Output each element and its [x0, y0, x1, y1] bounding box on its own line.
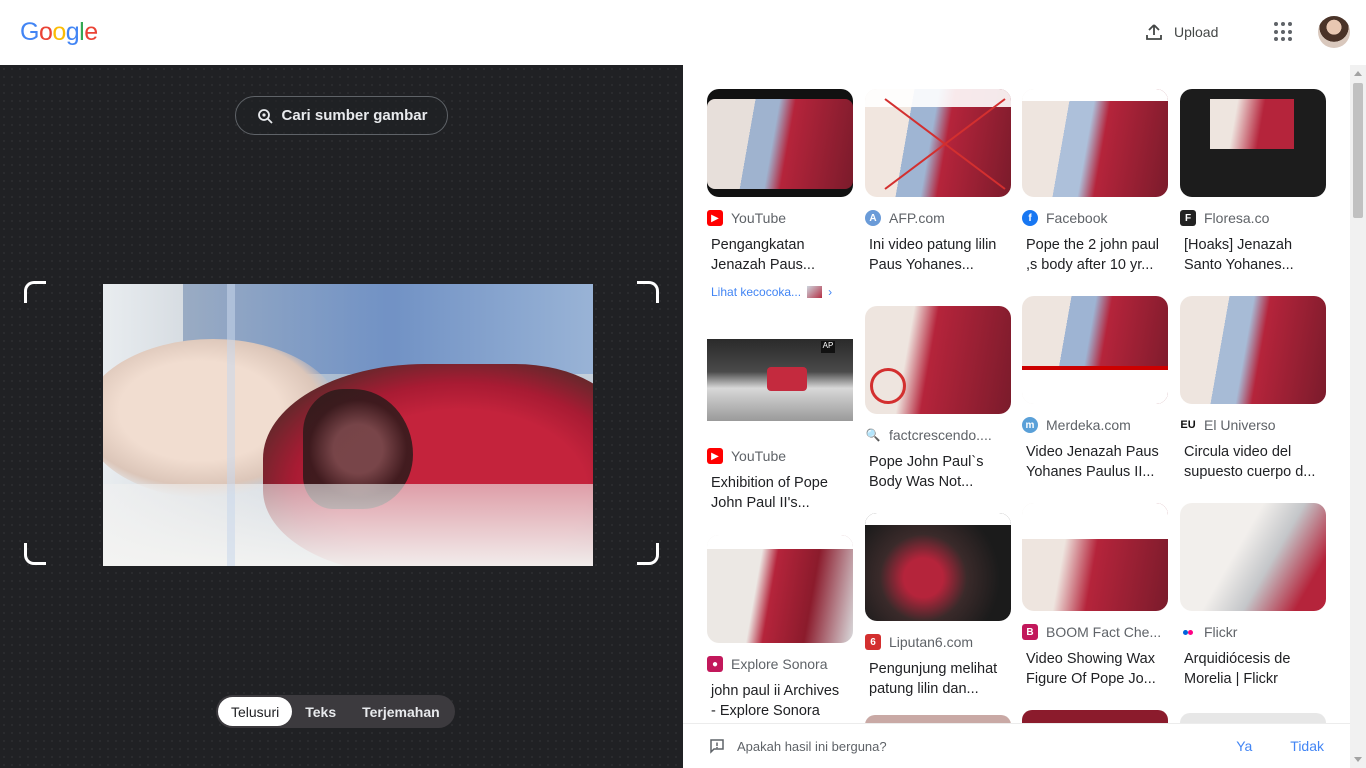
result-title[interactable]: Pengangkatan Jenazah Paus... [707, 235, 853, 275]
find-image-source-button[interactable]: Cari sumber gambar [235, 96, 448, 135]
result-thumbnail[interactable]: AP [707, 327, 853, 435]
result-thumbnail[interactable] [707, 535, 853, 643]
result-thumbnail[interactable] [1180, 296, 1326, 404]
scroll-up-icon[interactable] [1354, 71, 1362, 76]
liputan6-icon: 6 [865, 634, 881, 650]
result-source[interactable]: 🔍 factcrescendo.... [865, 426, 1011, 444]
result-title[interactable]: Video Showing Wax Figure Of Pope Jo... [1022, 649, 1168, 689]
result-card[interactable]: B BOOM Fact Che... Video Showing Wax Figu… [1022, 503, 1168, 689]
el-universo-icon: EU [1180, 417, 1196, 433]
result-title[interactable]: Ini video patung lilin Paus Yohanes... [865, 235, 1011, 275]
result-card[interactable]: ▶ YouTube Pengangkatan Jenazah Paus... Li… [707, 89, 853, 299]
result-card[interactable]: EU El Universo Circula video del supuesto… [1180, 296, 1326, 482]
flickr-icon [1180, 624, 1196, 640]
google-logo[interactable]: Google [20, 18, 98, 47]
avatar[interactable] [1318, 16, 1350, 48]
youtube-icon: ▶ [707, 448, 723, 464]
result-card[interactable]: m Merdeka.com Video Jenazah Paus Yohanes … [1022, 296, 1168, 482]
result-title[interactable]: Circula video del supuesto cuerpo d... [1180, 442, 1326, 482]
scroll-down-icon[interactable] [1354, 757, 1362, 762]
tab-search[interactable]: Telusuri [218, 697, 293, 726]
scrollbar-thumb[interactable] [1353, 83, 1363, 218]
image-search-icon [257, 108, 273, 124]
feedback-yes-button[interactable]: Ya [1236, 738, 1252, 754]
result-title[interactable]: john paul ii Archives - Explore Sonora [707, 681, 853, 721]
lens-mode-tabs: Telusuri Teks Terjemahan [216, 695, 455, 728]
result-title[interactable]: Pengunjung melihat patung lilin dan... [865, 659, 1011, 699]
result-thumbnail[interactable] [865, 715, 1011, 723]
crop-handle-bottom-left[interactable] [24, 543, 46, 565]
chevron-right-icon: › [828, 285, 833, 299]
crop-handle-top-left[interactable] [24, 281, 46, 303]
find-image-source-label: Cari sumber gambar [281, 107, 428, 124]
see-matches-link[interactable]: Lihat kecocoka... › [707, 285, 853, 299]
result-source[interactable]: 6 Liputan6.com [865, 633, 1011, 651]
magnifier-icon: 🔍 [865, 427, 881, 443]
result-source[interactable]: f Facebook [1022, 209, 1168, 227]
result-source[interactable]: EU El Universo [1180, 416, 1326, 434]
result-source[interactable]: ▶ YouTube [707, 447, 853, 465]
apps-grid-icon[interactable] [1274, 22, 1294, 42]
result-card[interactable]: AP ▶ YouTube Exhibition of Pope John Paul… [707, 327, 853, 513]
query-image [103, 284, 593, 566]
result-title[interactable]: Pope John Paul`s Body Was Not... [865, 452, 1011, 492]
result-thumbnail[interactable] [1022, 710, 1168, 723]
upload-button[interactable]: Upload [1144, 20, 1218, 44]
result-title[interactable]: Video Jenazah Paus Yohanes Paulus II... [1022, 442, 1168, 482]
lens-panel: Cari sumber gambar Telusuri Teks Terjema… [0, 65, 683, 768]
result-title[interactable]: [Hoaks] Jenazah Santo Yohanes... [1180, 235, 1326, 275]
feedback-no-button[interactable]: Tidak [1290, 738, 1324, 754]
boom-icon: B [1022, 624, 1038, 640]
result-thumbnail[interactable] [1022, 89, 1168, 197]
result-thumbnail[interactable] [1022, 296, 1168, 404]
explore-sonora-icon: ● [707, 656, 723, 672]
feedback-question: Apakah hasil ini berguna? [737, 738, 887, 754]
tab-text[interactable]: Teks [292, 697, 349, 726]
result-thumbnail[interactable] [1022, 503, 1168, 611]
result-card[interactable]: F Floresa.co [Hoaks] Jenazah Santo Yohane… [1180, 89, 1326, 275]
upload-label: Upload [1174, 24, 1219, 40]
result-thumbnail[interactable] [1180, 713, 1326, 723]
result-source[interactable]: m Merdeka.com [1022, 416, 1168, 434]
result-thumbnail[interactable] [865, 513, 1011, 621]
youtube-icon: ▶ [707, 210, 723, 226]
result-source[interactable]: B BOOM Fact Che... [1022, 623, 1168, 641]
result-card[interactable]: A AFP.com Ini video patung lilin Paus Yoh… [865, 89, 1011, 275]
result-title[interactable]: Arquidiócesis de Morelia | Flickr [1180, 649, 1326, 689]
afp-icon: A [865, 210, 881, 226]
result-thumbnail[interactable] [865, 89, 1011, 197]
scrollbar[interactable] [1350, 65, 1366, 768]
result-card[interactable]: ● Explore Sonora john paul ii Archives - … [707, 535, 853, 721]
floresa-icon: F [1180, 210, 1196, 226]
crop-handle-top-right[interactable] [637, 281, 659, 303]
result-card[interactable]: Flickr Arquidiócesis de Morelia | Flickr [1180, 503, 1326, 689]
result-title[interactable]: Exhibition of Pope John Paul II's... [707, 473, 853, 513]
result-thumbnail[interactable] [1180, 89, 1326, 197]
mini-thumbnail [807, 286, 823, 298]
top-bar: Google Upload [0, 0, 1366, 65]
result-source[interactable]: ● Explore Sonora [707, 655, 853, 673]
feedback-bar: Apakah hasil ini berguna? Ya Tidak [683, 723, 1350, 768]
merdeka-icon: m [1022, 417, 1038, 433]
facebook-icon: f [1022, 210, 1038, 226]
result-thumbnail[interactable] [707, 89, 853, 197]
result-card[interactable]: f Facebook Pope the 2 john paul ,s body a… [1022, 89, 1168, 275]
feedback-icon [710, 739, 724, 754]
result-source[interactable]: ▶ YouTube [707, 209, 853, 227]
result-card[interactable]: 6 Liputan6.com Pengunjung melihat patung … [865, 513, 1011, 699]
upload-icon [1146, 24, 1162, 40]
result-source[interactable]: Flickr [1180, 623, 1326, 641]
result-title[interactable]: Pope the 2 john paul ,s body after 10 yr.… [1022, 235, 1168, 275]
crop-handle-bottom-right[interactable] [637, 543, 659, 565]
result-thumbnail[interactable] [865, 306, 1011, 414]
result-thumbnail[interactable] [1180, 503, 1326, 611]
tab-translate[interactable]: Terjemahan [349, 697, 453, 726]
result-card[interactable]: 🔍 factcrescendo.... Pope John Paul`s Body… [865, 306, 1011, 492]
visual-matches-grid: ▶ YouTube Pengangkatan Jenazah Paus... Li… [683, 65, 1350, 723]
result-source[interactable]: A AFP.com [865, 209, 1011, 227]
result-source[interactable]: F Floresa.co [1180, 209, 1326, 227]
